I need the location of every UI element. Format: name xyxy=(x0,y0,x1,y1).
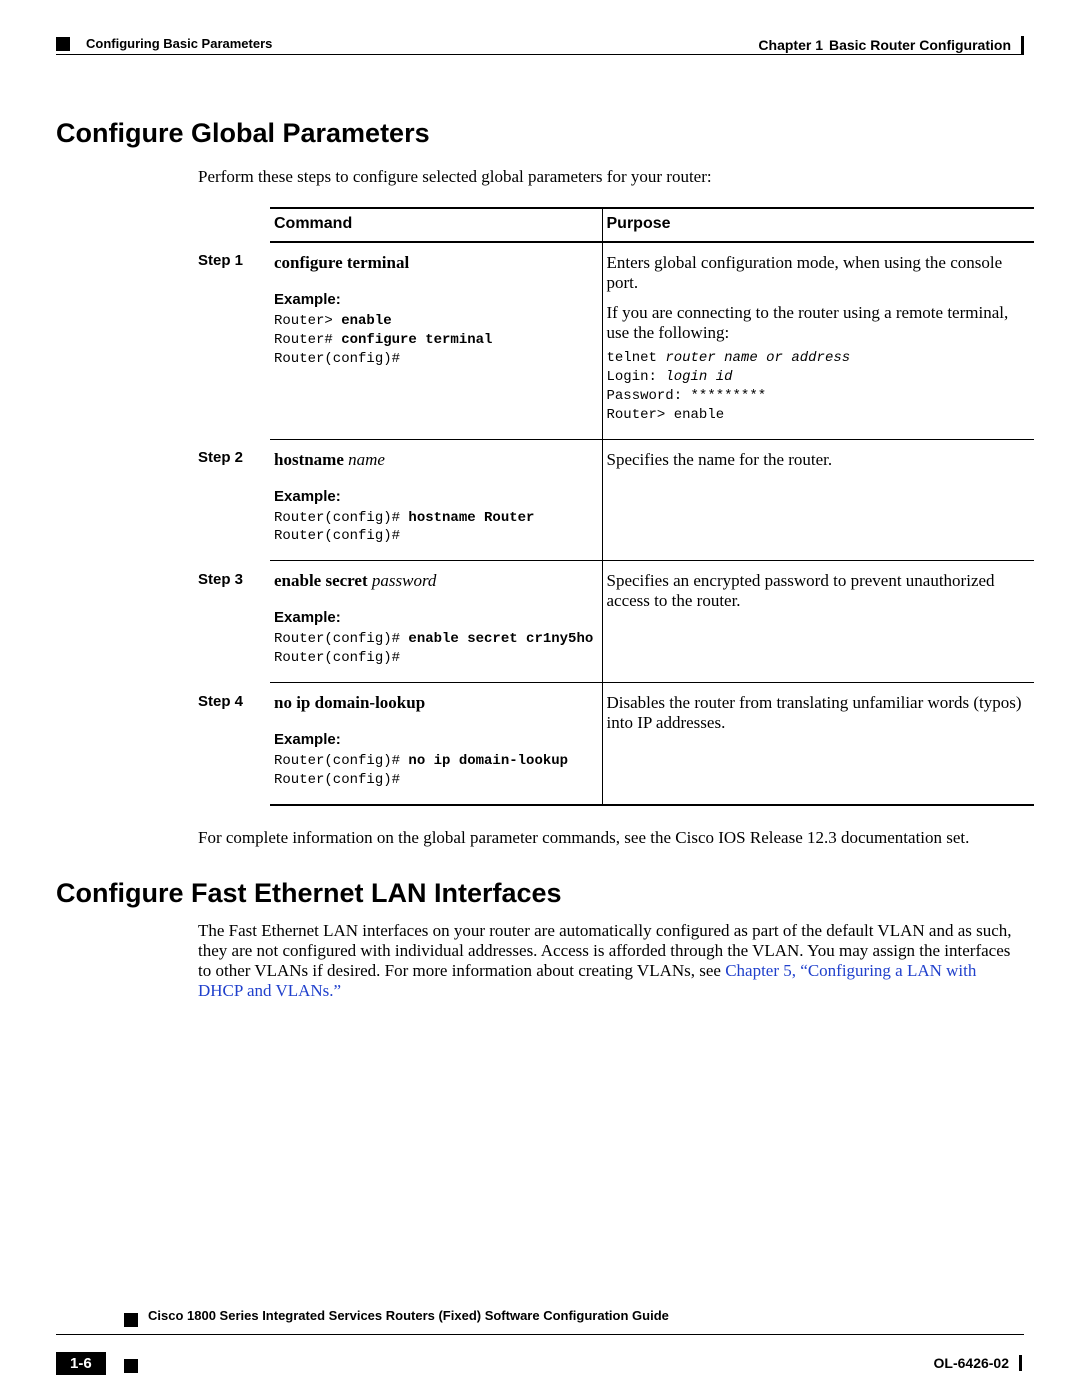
purpose-text: Disables the router from translating unf… xyxy=(607,693,1027,733)
table-row: Step 3 enable secret password Example: R… xyxy=(198,561,1034,683)
section-body: Perform these steps to configure selecte… xyxy=(198,167,1024,848)
footer-square-icon xyxy=(124,1359,138,1373)
example-label: Example: xyxy=(274,609,594,626)
step-label: Step 3 xyxy=(198,561,270,683)
purpose-cell: Disables the router from translating unf… xyxy=(602,683,1034,805)
purpose-text: Enters global configuration mode, when u… xyxy=(607,253,1027,293)
step-label: Step 2 xyxy=(198,439,270,561)
header-square-icon xyxy=(56,37,70,51)
table-row: Step 1 configure terminal Example: Route… xyxy=(198,242,1034,439)
command-name: no ip domain-lookup xyxy=(274,693,594,713)
footer-tick-icon xyxy=(1019,1355,1022,1371)
fe-paragraph: The Fast Ethernet LAN interfaces on your… xyxy=(198,921,1024,1001)
page: Configuring Basic Parameters Chapter 1 B… xyxy=(0,0,1080,1397)
command-cell: enable secret password Example: Router(c… xyxy=(270,561,602,683)
table-row: Step 4 no ip domain-lookup Example: Rout… xyxy=(198,683,1034,805)
purpose-cell: Enters global configuration mode, when u… xyxy=(602,242,1034,439)
footer-rule xyxy=(56,1334,1024,1335)
purpose-text: Specifies an encrypted password to preve… xyxy=(607,571,1027,611)
table-header-step xyxy=(198,208,270,242)
purpose-cell: Specifies the name for the router. xyxy=(602,439,1034,561)
example-label: Example: xyxy=(274,731,594,748)
section-heading-global: Configure Global Parameters xyxy=(56,118,1024,149)
example-label: Example: xyxy=(274,488,594,505)
command-name: configure terminal xyxy=(274,253,594,273)
section-heading-fe: Configure Fast Ethernet LAN Interfaces xyxy=(56,878,1024,909)
example-code: Router(config)# hostname Router Router(c… xyxy=(274,509,594,547)
example-code: Router(config)# no ip domain-lookup Rout… xyxy=(274,752,594,790)
header-chapter-title: Basic Router Configuration xyxy=(829,37,1011,53)
table-header-command: Command xyxy=(270,208,602,242)
command-name: hostname name xyxy=(274,450,594,470)
command-cell: configure terminal Example: Router> enab… xyxy=(270,242,602,439)
command-cell: no ip domain-lookup Example: Router(conf… xyxy=(270,683,602,805)
header-rule xyxy=(56,54,1024,55)
command-table: Command Purpose Step 1 configure termina… xyxy=(198,207,1034,806)
step-label: Step 1 xyxy=(198,242,270,439)
purpose-cell: Specifies an encrypted password to preve… xyxy=(602,561,1034,683)
command-name: enable secret password xyxy=(274,571,594,591)
purpose-text: Specifies the name for the router. xyxy=(607,450,1027,470)
content: Configure Global Parameters Perform thes… xyxy=(56,100,1024,1021)
example-label: Example: xyxy=(274,291,594,308)
header-chapter-label: Chapter 1 xyxy=(758,37,823,53)
example-code: Router(config)# enable secret cr1ny5ho R… xyxy=(274,630,594,668)
table-header-purpose: Purpose xyxy=(602,208,1034,242)
header-tick-icon xyxy=(1021,36,1024,54)
running-header-right: Chapter 1 Basic Router Configuration xyxy=(758,36,1024,54)
table-row: Step 2 hostname name Example: Router(con… xyxy=(198,439,1034,561)
section-body: The Fast Ethernet LAN interfaces on your… xyxy=(198,921,1024,1001)
footer-guide-title: Cisco 1800 Series Integrated Services Ro… xyxy=(148,1308,669,1323)
doc-number: OL-6426-02 xyxy=(934,1355,1022,1371)
example-code: Router> enable Router# configure termina… xyxy=(274,312,594,369)
purpose-text: If you are connecting to the router usin… xyxy=(607,303,1027,343)
page-number: 1-6 xyxy=(56,1352,106,1375)
intro-paragraph: Perform these steps to configure selecte… xyxy=(198,167,1024,187)
command-cell: hostname name Example: Router(config)# h… xyxy=(270,439,602,561)
step-label: Step 4 xyxy=(198,683,270,805)
purpose-code: telnet router name or address Login: log… xyxy=(607,349,1027,425)
footer-square-icon xyxy=(124,1313,138,1327)
header-section: Configuring Basic Parameters xyxy=(86,36,272,51)
running-header-left: Configuring Basic Parameters xyxy=(56,36,272,51)
closing-paragraph: For complete information on the global p… xyxy=(198,828,1024,848)
